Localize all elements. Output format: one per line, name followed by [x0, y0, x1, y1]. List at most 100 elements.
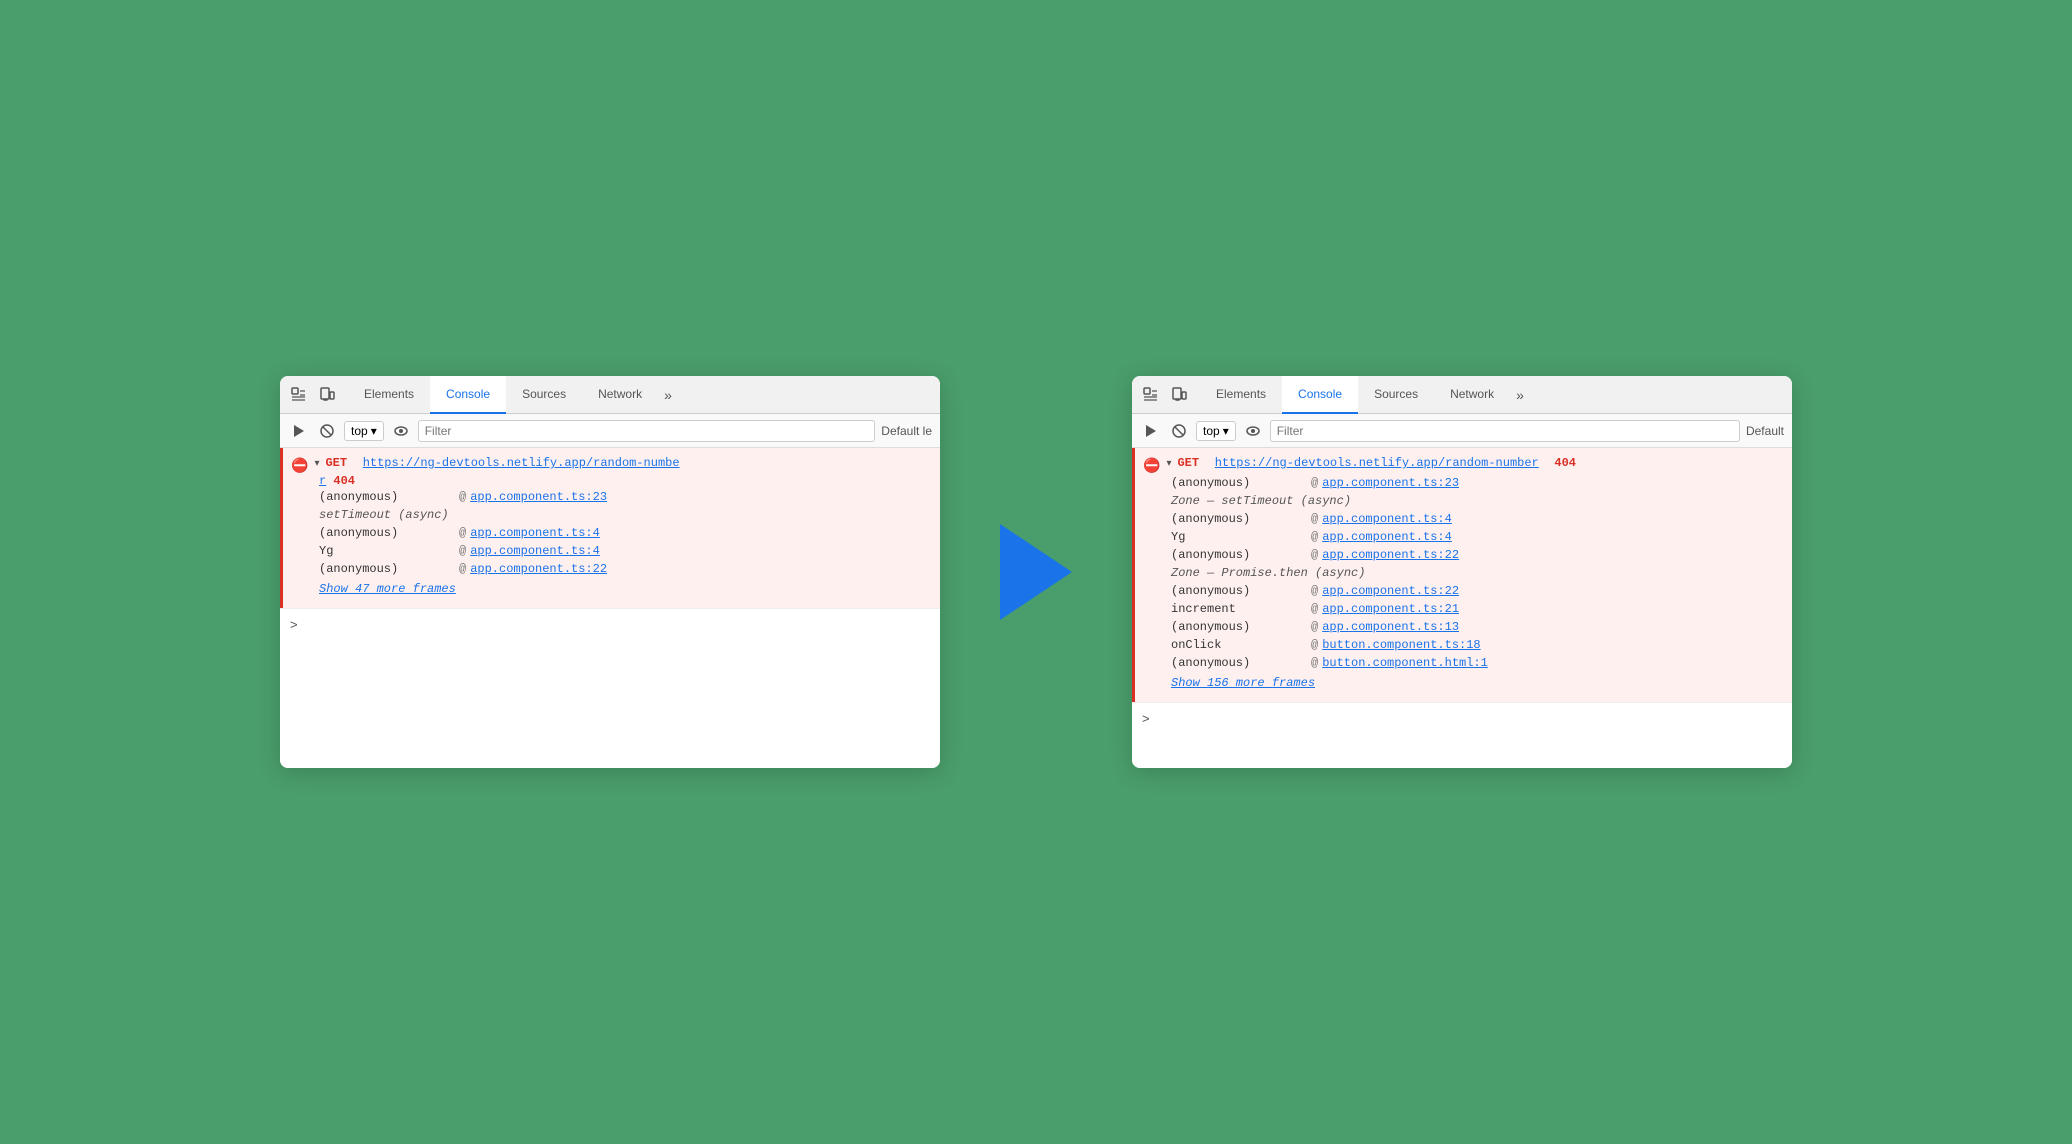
right-tab-sources[interactable]: Sources	[1358, 376, 1434, 414]
left-error-url-suffix[interactable]: r	[319, 474, 326, 488]
left-frame-1: (anonymous) @ app.component.ts:4	[291, 524, 930, 542]
right-tab-more[interactable]: »	[1510, 387, 1530, 403]
left-frame-2-name: Yg	[319, 544, 459, 558]
right-frame-3-at: @	[1311, 548, 1318, 562]
right-frame-4: (anonymous) @ app.component.ts:22	[1143, 582, 1782, 600]
left-show-more[interactable]: Show 47 more frames	[291, 578, 930, 600]
left-eye-icon[interactable]	[390, 420, 412, 442]
right-frame-1-at: @	[1311, 512, 1318, 526]
right-dropdown-label: top	[1203, 424, 1220, 438]
left-error-code: 404	[333, 474, 355, 488]
right-error-url[interactable]: https://ng-devtools.netlify.app/random-n…	[1215, 456, 1539, 470]
right-tab-elements[interactable]: Elements	[1200, 376, 1282, 414]
right-console-body: ⛔ ▾ GET https://ng-devtools.netlify.app/…	[1132, 448, 1792, 768]
right-context-dropdown[interactable]: top ▾	[1196, 421, 1236, 441]
right-show-more[interactable]: Show 156 more frames	[1143, 672, 1782, 694]
right-tab-bar: Elements Console Sources Network »	[1132, 376, 1792, 414]
left-tab-icons	[288, 384, 338, 406]
left-default-label: Default le	[881, 424, 932, 438]
right-frame-8-link[interactable]: button.component.html:1	[1322, 656, 1488, 670]
right-frame-0-at: @	[1311, 476, 1318, 490]
right-frame-2-link[interactable]: app.component.ts:4	[1322, 530, 1452, 544]
right-frame-1-link[interactable]: app.component.ts:4	[1322, 512, 1452, 526]
left-devtools-panel: Elements Console Sources Network » top ▾…	[280, 376, 940, 768]
right-frame-7-name: onClick	[1171, 638, 1311, 652]
right-block-icon[interactable]	[1168, 420, 1190, 442]
left-frame-3-at: @	[459, 562, 466, 576]
left-frame-2: Yg @ app.component.ts:4	[291, 542, 930, 560]
device-icon[interactable]	[316, 384, 338, 406]
right-frame-5-link[interactable]: app.component.ts:21	[1322, 602, 1459, 616]
direction-arrow	[1000, 524, 1072, 620]
scene: Elements Console Sources Network » top ▾…	[280, 376, 1792, 768]
left-frame-3-name: (anonymous)	[319, 562, 459, 576]
left-frame-3-link[interactable]: app.component.ts:22	[470, 562, 607, 576]
right-frame-5-name: increment	[1171, 602, 1311, 616]
left-frame-2-at: @	[459, 544, 466, 558]
right-eye-icon[interactable]	[1242, 420, 1264, 442]
left-frame-1-at: @	[459, 526, 466, 540]
arrow-container	[1000, 524, 1072, 620]
left-console-body: ⛔ ▾ GET https://ng-devtools.netlify.app/…	[280, 448, 940, 768]
right-tab-network[interactable]: Network	[1434, 376, 1510, 414]
right-frame-0: (anonymous) @ app.component.ts:23	[1143, 474, 1782, 492]
right-devtools-panel: Elements Console Sources Network » top ▾…	[1132, 376, 1792, 768]
left-filter-input[interactable]	[418, 420, 876, 442]
left-frame-2-link[interactable]: app.component.ts:4	[470, 544, 600, 558]
inspect-icon[interactable]	[288, 384, 310, 406]
left-frame-1-name: (anonymous)	[319, 526, 459, 540]
left-tab-sources[interactable]: Sources	[506, 376, 582, 414]
right-http-method: GET	[1177, 456, 1199, 470]
left-async-0: setTimeout (async)	[291, 506, 930, 524]
left-error-url[interactable]: https://ng-devtools.netlify.app/random-n…	[363, 456, 680, 470]
right-frame-5: increment @ app.component.ts:21	[1143, 600, 1782, 618]
left-expand-triangle[interactable]: ▾	[314, 458, 319, 469]
right-tab-console[interactable]: Console	[1282, 376, 1358, 414]
right-prompt-arrow: >	[1142, 711, 1150, 726]
right-error-block: ⛔ ▾ GET https://ng-devtools.netlify.app/…	[1132, 448, 1792, 702]
left-error-main-row: ⛔ ▾ GET https://ng-devtools.netlify.app/…	[291, 456, 930, 474]
left-tab-network[interactable]: Network	[582, 376, 658, 414]
right-default-label: Default	[1746, 424, 1784, 438]
left-prompt-arrow: >	[290, 617, 298, 632]
right-frame-4-link[interactable]: app.component.ts:22	[1322, 584, 1459, 598]
right-frame-3: (anonymous) @ app.component.ts:22	[1143, 546, 1782, 564]
left-frame-0-at: @	[459, 490, 466, 504]
right-frame-2: Yg @ app.component.ts:4	[1143, 528, 1782, 546]
left-tab-elements[interactable]: Elements	[348, 376, 430, 414]
left-block-icon[interactable]	[316, 420, 338, 442]
right-frame-8: (anonymous) @ button.component.html:1	[1143, 654, 1782, 672]
right-frame-0-name: (anonymous)	[1171, 476, 1311, 490]
left-context-dropdown[interactable]: top ▾	[344, 421, 384, 441]
right-device-icon[interactable]	[1168, 384, 1190, 406]
right-frame-3-link[interactable]: app.component.ts:22	[1322, 548, 1459, 562]
left-frame-0-link[interactable]: app.component.ts:23	[470, 490, 607, 504]
right-inspect-icon[interactable]	[1140, 384, 1162, 406]
right-frame-0-link[interactable]: app.component.ts:23	[1322, 476, 1459, 490]
right-frame-7: onClick @ button.component.ts:18	[1143, 636, 1782, 654]
right-frame-8-at: @	[1311, 656, 1318, 670]
right-frame-3-name: (anonymous)	[1171, 548, 1311, 562]
right-toolbar: top ▾ Default	[1132, 414, 1792, 448]
right-frame-1-name: (anonymous)	[1171, 512, 1311, 526]
right-console-prompt: >	[1132, 702, 1792, 734]
left-tab-more[interactable]: »	[658, 387, 678, 403]
left-frame-1-link[interactable]: app.component.ts:4	[470, 526, 600, 540]
left-run-icon[interactable]	[288, 420, 310, 442]
right-frame-6-link[interactable]: app.component.ts:13	[1322, 620, 1459, 634]
right-run-icon[interactable]	[1140, 420, 1162, 442]
right-frame-4-at: @	[1311, 584, 1318, 598]
right-frame-6-at: @	[1311, 620, 1318, 634]
left-dropdown-chevron: ▾	[371, 424, 377, 438]
left-frame-3: (anonymous) @ app.component.ts:22	[291, 560, 930, 578]
right-frame-6-name: (anonymous)	[1171, 620, 1311, 634]
right-filter-input[interactable]	[1270, 420, 1740, 442]
right-frame-2-name: Yg	[1171, 530, 1311, 544]
right-frame-7-at: @	[1311, 638, 1318, 652]
right-frame-7-link[interactable]: button.component.ts:18	[1322, 638, 1480, 652]
right-tab-icons	[1140, 384, 1190, 406]
right-error-code: 404	[1554, 456, 1576, 470]
right-frame-5-at: @	[1311, 602, 1318, 616]
left-tab-console[interactable]: Console	[430, 376, 506, 414]
right-expand-triangle[interactable]: ▾	[1166, 458, 1171, 469]
